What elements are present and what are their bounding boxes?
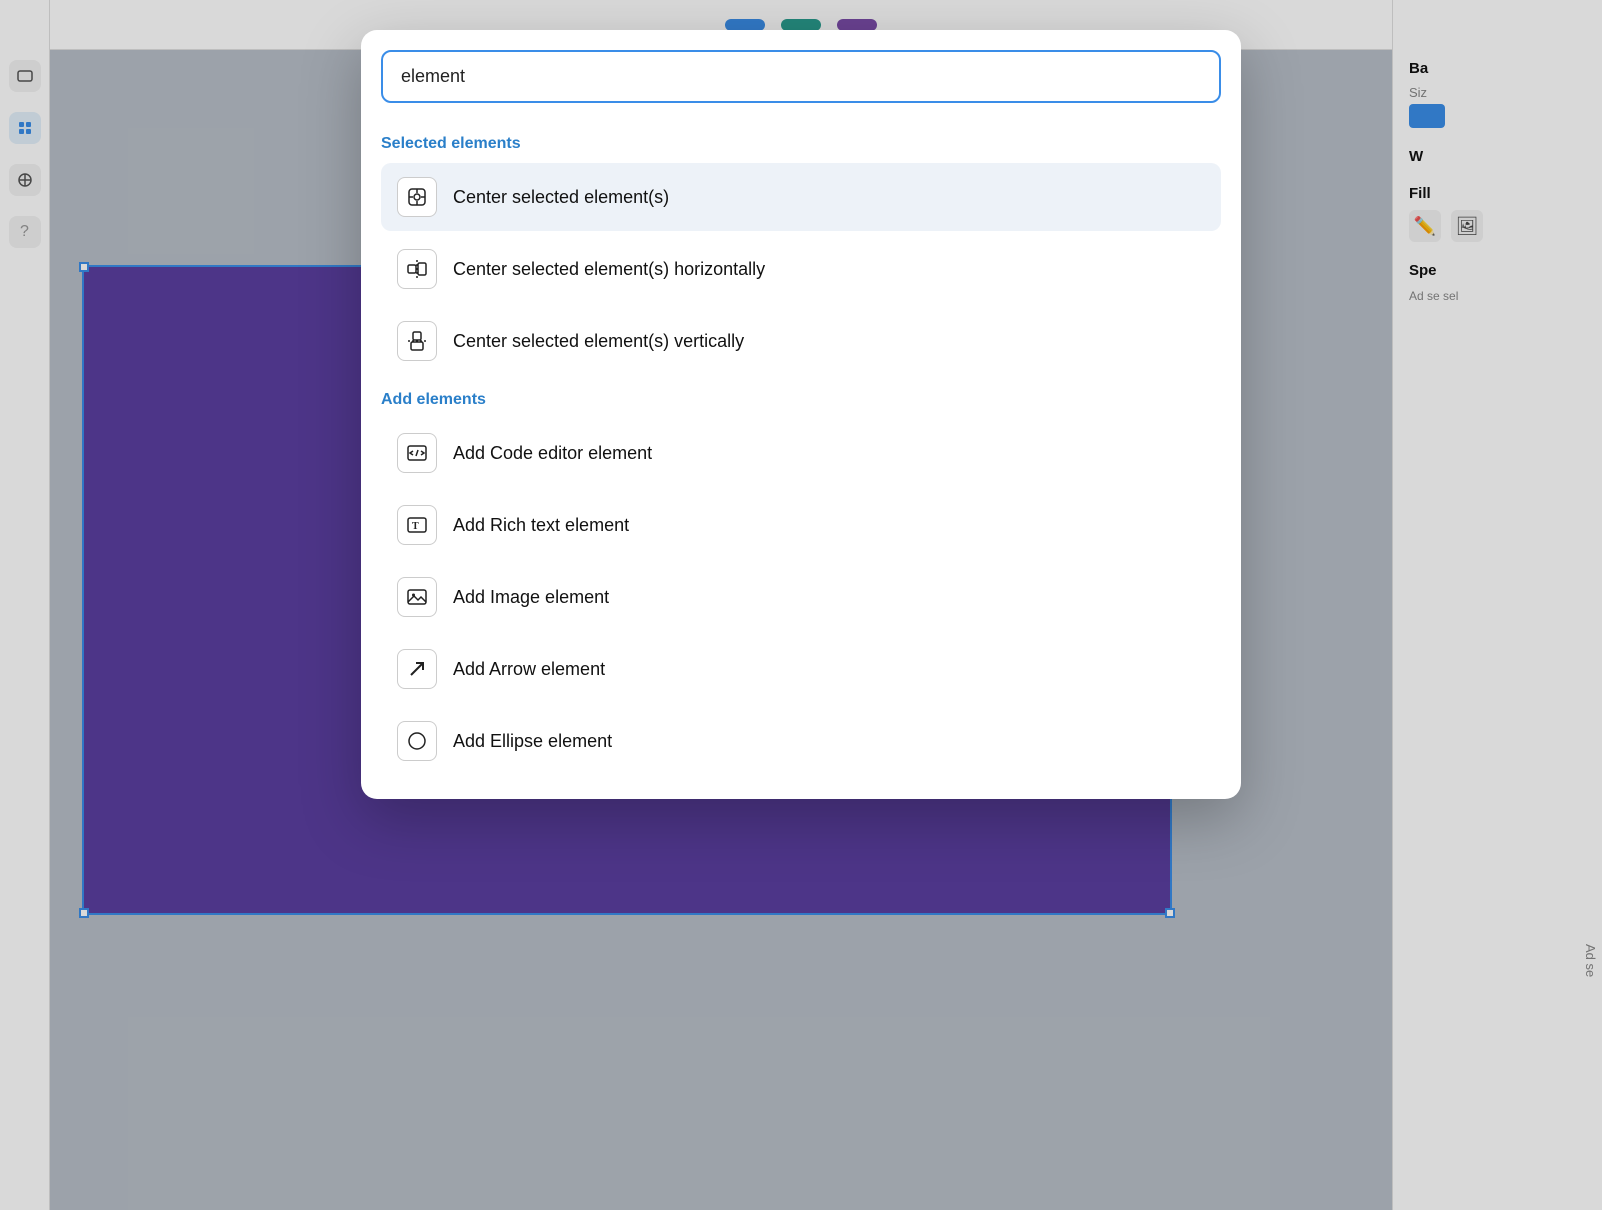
section-header-selected-elements: Selected elements	[381, 135, 1221, 153]
command-label-add-ellipse: Add Ellipse element	[453, 731, 612, 752]
command-label-add-arrow: Add Arrow element	[453, 659, 605, 680]
command-item-center-selected[interactable]: Center selected element(s)	[381, 163, 1221, 231]
svg-text:T: T	[412, 521, 419, 532]
search-input[interactable]	[381, 50, 1221, 103]
code-editor-icon	[397, 433, 437, 473]
command-label-center-vertical: Center selected element(s) vertically	[453, 331, 744, 352]
command-palette-modal: Selected elements Center selected elemen…	[361, 30, 1241, 799]
command-label-center-selected: Center selected element(s)	[453, 187, 669, 208]
image-element-icon	[397, 577, 437, 617]
rich-text-icon: T	[397, 505, 437, 545]
search-wrapper	[361, 30, 1241, 119]
command-label-add-image: Add Image element	[453, 587, 609, 608]
command-label-add-code-editor: Add Code editor element	[453, 443, 652, 464]
section-header-add-elements: Add elements	[381, 391, 1221, 409]
command-item-add-image[interactable]: Add Image element	[381, 563, 1221, 631]
arrow-element-icon	[397, 649, 437, 689]
command-item-center-vertical[interactable]: Center selected element(s) vertically	[381, 307, 1221, 375]
modal-results: Selected elements Center selected elemen…	[361, 119, 1241, 799]
modal-overlay: Selected elements Center selected elemen…	[0, 0, 1602, 1210]
command-item-center-horizontal[interactable]: Center selected element(s) horizontally	[381, 235, 1221, 303]
ellipse-element-icon	[397, 721, 437, 761]
center-horizontal-icon	[397, 249, 437, 289]
command-item-add-code-editor[interactable]: Add Code editor element	[381, 419, 1221, 487]
center-selected-icon	[397, 177, 437, 217]
command-label-center-horizontal: Center selected element(s) horizontally	[453, 259, 765, 280]
center-vertical-icon	[397, 321, 437, 361]
command-item-add-rich-text[interactable]: T Add Rich text element	[381, 491, 1221, 559]
command-item-add-ellipse[interactable]: Add Ellipse element	[381, 707, 1221, 775]
command-label-add-rich-text: Add Rich text element	[453, 515, 629, 536]
command-item-add-arrow[interactable]: Add Arrow element	[381, 635, 1221, 703]
